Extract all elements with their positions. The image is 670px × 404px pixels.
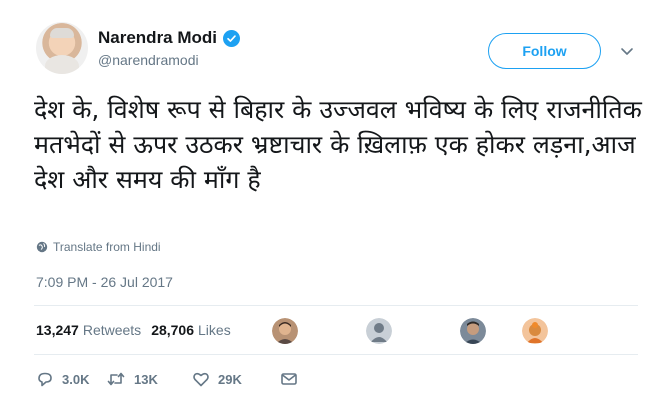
retweet-button[interactable]: 13K	[106, 370, 192, 388]
tweet-timestamp[interactable]: 7:09 PM - 26 Jul 2017	[36, 274, 173, 290]
like-icon	[193, 372, 209, 387]
author-handle[interactable]: @narendramodi	[98, 52, 199, 68]
retweets-label: Retweets	[82, 322, 142, 338]
message-button[interactable]	[280, 371, 298, 387]
tweet-text: देश के, विशेष रूप से बिहार के उज्जवल भवि…	[34, 95, 642, 194]
translate-label[interactable]: Translate from Hindi	[53, 240, 161, 254]
retweet-count: 13K	[134, 371, 158, 387]
retweet-icon	[107, 372, 125, 386]
chevron-down-icon[interactable]	[618, 42, 636, 60]
follow-button[interactable]: Follow	[488, 33, 601, 69]
like-button[interactable]: 29K	[192, 370, 280, 388]
divider	[34, 354, 638, 355]
like-count: 29K	[218, 371, 242, 387]
likes-label: Likes	[198, 322, 231, 338]
reply-icon	[38, 372, 52, 387]
retweets-stat[interactable]: 13,247 Retweets	[36, 322, 141, 338]
divider	[34, 305, 638, 306]
likes-count: 28,706	[151, 322, 195, 338]
tweet-card: Narendra Modi @narendramodi Follow देश क…	[0, 0, 670, 404]
likes-stat[interactable]: 28,706 Likes	[151, 322, 231, 338]
liker-avatar[interactable]	[460, 318, 486, 344]
liker-avatar[interactable]	[522, 318, 548, 344]
author-name-row[interactable]: Narendra Modi	[98, 28, 241, 48]
author-name[interactable]: Narendra Modi	[98, 28, 217, 48]
globe-icon	[36, 241, 48, 253]
tweet-actions: 3.0K 13K 29K	[36, 370, 298, 388]
avatar[interactable]	[36, 22, 88, 74]
translate-link[interactable]: Translate from Hindi	[36, 240, 161, 254]
liker-avatar[interactable]	[272, 318, 298, 344]
liker-avatar[interactable]	[366, 318, 392, 344]
verified-icon	[223, 29, 241, 47]
reply-button[interactable]: 3.0K	[36, 370, 106, 388]
message-icon	[281, 373, 297, 385]
tweet-stats: 13,247 Retweets 28,706 Likes	[36, 322, 241, 338]
reply-count: 3.0K	[62, 371, 90, 387]
retweets-count: 13,247	[36, 322, 79, 338]
